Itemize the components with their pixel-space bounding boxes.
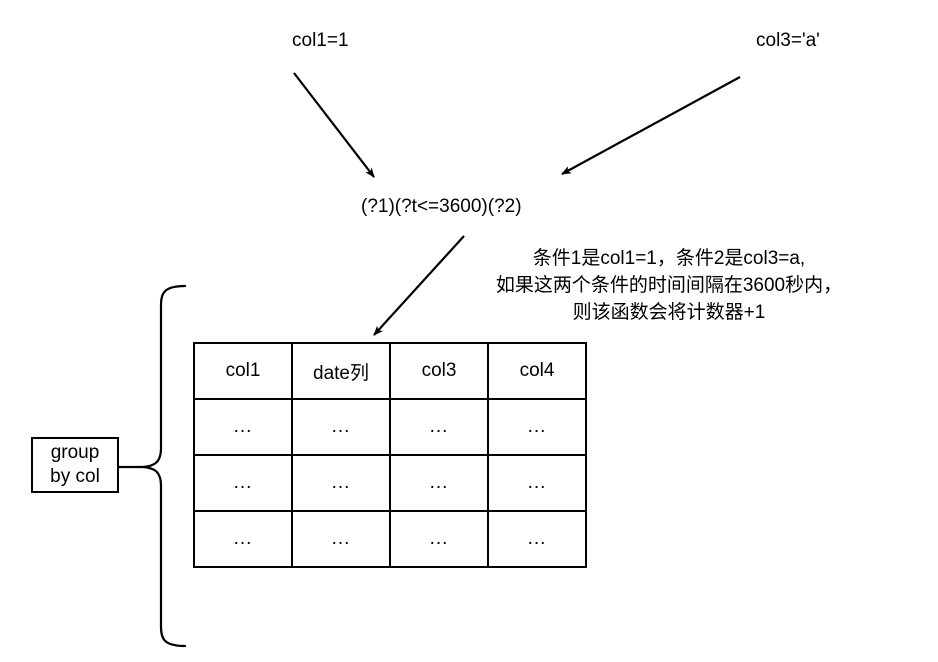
table-head: col1 date列 col3 col4 — [193, 342, 587, 400]
table-row: ... ... ... ... — [193, 398, 587, 456]
table-cell: ... — [291, 510, 391, 568]
table-cell: ... — [487, 398, 587, 456]
table-cell: ... — [291, 454, 391, 512]
table-row: ... ... ... ... — [193, 510, 587, 568]
table-header-cell: col3 — [389, 342, 489, 400]
pattern-expression-label: (?1)(?t<=3600)(?2) — [361, 196, 522, 217]
table-cell: ... — [487, 454, 587, 512]
table-cell: ... — [389, 510, 489, 568]
table-header-cell: col1 — [193, 342, 293, 400]
condition2-label: col3='a' — [756, 30, 820, 51]
table-cell: ... — [389, 398, 489, 456]
table-header-row: col1 date列 col3 col4 — [193, 342, 587, 400]
group-by-line-2: by col — [50, 466, 100, 487]
group-by-line-1: group — [50, 442, 100, 463]
group-brace — [141, 284, 187, 648]
table-body: ... ... ... ... ... ... ... ... ... ... … — [193, 398, 587, 568]
arrow-condition1-to-pattern — [293, 72, 375, 178]
group-by-box: group by col — [31, 437, 119, 493]
annotation-text: 条件1是col1=1，条件2是col3=a, 如果这两个条件的时间间隔在3600… — [495, 248, 843, 323]
arrow-pattern-to-table — [373, 235, 465, 336]
condition1-label: col1=1 — [292, 30, 349, 51]
table-cell: ... — [487, 510, 587, 568]
table-header-cell: col4 — [487, 342, 587, 400]
table-row: ... ... ... ... — [193, 454, 587, 512]
arrow-condition2-to-pattern — [561, 76, 741, 175]
table-cell: ... — [193, 510, 293, 568]
table-cell: ... — [193, 398, 293, 456]
table-cell: ... — [291, 398, 391, 456]
table-cell: ... — [193, 454, 293, 512]
diagram-canvas: col1=1 col3='a' (?1)(?t<=3600)(?2) 条件1是c… — [0, 0, 938, 662]
table-cell: ... — [389, 454, 489, 512]
table-header-cell: date列 — [291, 342, 391, 400]
data-table: col1 date列 col3 col4 ... ... ... ... ...… — [193, 342, 587, 568]
